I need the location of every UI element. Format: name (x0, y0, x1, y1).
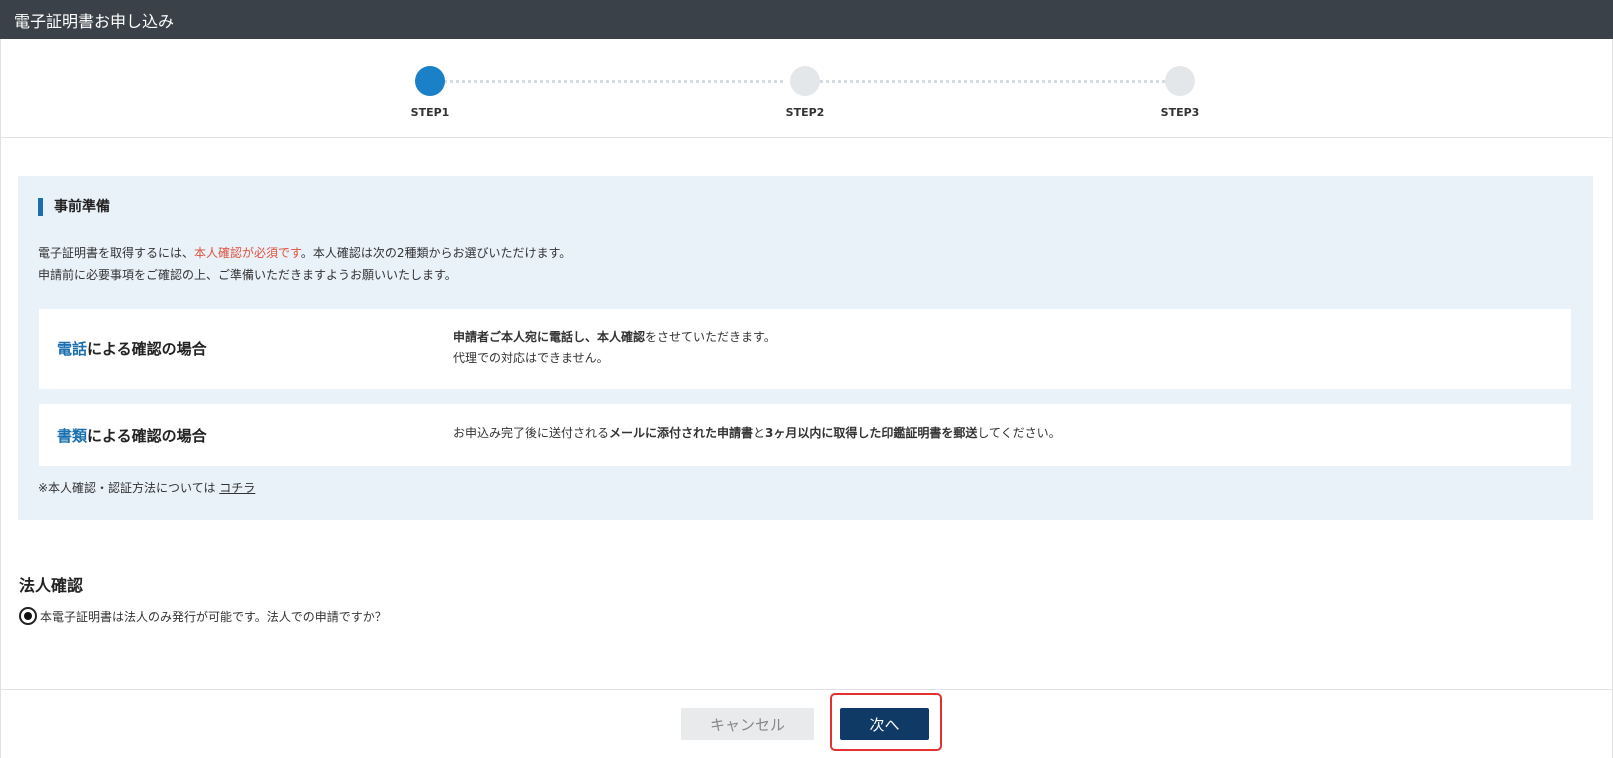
preparation-line-2: 申請前に必要事項をご確認の上、ご準備いただきますようお願いいたします。 (38, 268, 457, 282)
step-1-label: STEP1 (410, 106, 450, 119)
document-verification-card: 書類による確認の場合 お申込み完了後に送付されるメールに添付された申請書と3ヶ月… (39, 404, 1571, 466)
corporate-radio[interactable] (19, 607, 37, 625)
step-2-label: STEP2 (785, 106, 825, 119)
step-connector-1-2 (433, 80, 783, 83)
verification-info-link[interactable]: コチラ (219, 481, 255, 495)
corporate-confirmation-option[interactable]: 本電子証明書は法人のみ発行が可能です。法人での申請ですか？ (19, 607, 387, 625)
phone-verification-description: 申請者ご本人宛に電話し、本人確認をさせていただきます。 代理での対応はできません… (453, 330, 776, 365)
footer-actions: キャンセル 次へ (0, 689, 1613, 758)
step-1-indicator (415, 66, 445, 96)
cancel-button[interactable]: キャンセル (681, 708, 814, 740)
phone-verification-card: 電話による確認の場合 申請者ご本人宛に電話し、本人確認をさせていただきます。 代… (39, 309, 1571, 389)
step-connector-2-3 (813, 80, 1165, 83)
preparation-heading: 事前準備 (38, 198, 110, 216)
step-3-label: STEP3 (1160, 106, 1200, 119)
preparation-line-1: 電子証明書を取得するには、本人確認が必須です。本人確認は次の2種類からお選びいた… (38, 246, 572, 260)
page-title: 電子証明書お申し込み (14, 11, 175, 31)
page-header: 電子証明書お申し込み (0, 0, 1613, 39)
step-2-indicator (790, 66, 820, 96)
corporate-confirmation-heading: 法人確認 (19, 576, 84, 595)
next-button[interactable]: 次へ (840, 708, 929, 740)
preparation-description: 電子証明書を取得するには、本人確認が必須です。本人確認は次の2種類からお選びいた… (38, 242, 571, 286)
document-verification-description: お申込み完了後に送付されるメールに添付された申請書と3ヶ月以内に取得した印鑑証明… (453, 426, 1061, 440)
verification-method-note: ※本人確認・認証方法については コチラ (38, 481, 256, 495)
phone-verification-title: 電話による確認の場合 (57, 340, 207, 358)
stepper: STEP1 STEP2 STEP3 (0, 39, 1613, 138)
required-notice: 本人確認が必須です (194, 246, 301, 260)
step-3-indicator (1165, 66, 1195, 96)
corporate-question: 本電子証明書は法人のみ発行が可能です。法人での申請ですか？ (40, 609, 387, 624)
preparation-panel: 事前準備 電子証明書を取得するには、本人確認が必須です。本人確認は次の2種類から… (18, 176, 1593, 520)
radio-selected-dot (24, 612, 32, 620)
document-verification-title: 書類による確認の場合 (57, 427, 207, 445)
